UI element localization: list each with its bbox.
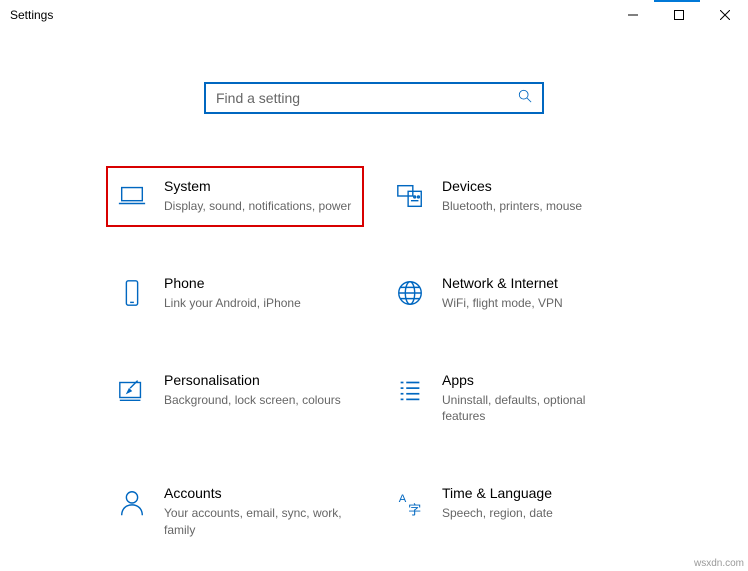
tile-network[interactable]: Network & Internet WiFi, flight mode, VP… — [384, 263, 642, 324]
window-title: Settings — [10, 8, 53, 22]
tile-desc: Bluetooth, printers, mouse — [442, 198, 632, 215]
tile-title: System — [164, 178, 354, 194]
tile-title: Apps — [442, 372, 632, 388]
svg-text:字: 字 — [408, 502, 421, 517]
minimize-button[interactable] — [610, 0, 656, 30]
phone-icon — [116, 277, 148, 309]
settings-grid: System Display, sound, notifications, po… — [0, 166, 748, 551]
tile-desc: Speech, region, date — [442, 505, 632, 522]
apps-icon — [394, 374, 426, 406]
globe-icon — [394, 277, 426, 309]
tile-phone[interactable]: Phone Link your Android, iPhone — [106, 263, 364, 324]
accent-bar — [654, 0, 700, 2]
tile-title: Accounts — [164, 485, 354, 501]
tile-title: Phone — [164, 275, 354, 291]
accounts-icon — [116, 487, 148, 519]
personalisation-icon — [116, 374, 148, 406]
tile-system[interactable]: System Display, sound, notifications, po… — [106, 166, 364, 227]
watermark: wsxdn.com — [694, 558, 744, 569]
tile-devices[interactable]: Devices Bluetooth, printers, mouse — [384, 166, 642, 227]
tile-desc: WiFi, flight mode, VPN — [442, 295, 632, 312]
laptop-icon — [116, 180, 148, 212]
tile-desc: Your accounts, email, sync, work, family — [164, 505, 354, 539]
search-icon — [518, 89, 532, 108]
time-language-icon: A字 — [394, 487, 426, 519]
tile-personalisation[interactable]: Personalisation Background, lock screen,… — [106, 360, 364, 438]
tile-title: Time & Language — [442, 485, 632, 501]
svg-text:A: A — [399, 493, 407, 505]
tile-title: Network & Internet — [442, 275, 632, 291]
tile-desc: Display, sound, notifications, power — [164, 198, 354, 215]
tile-title: Devices — [442, 178, 632, 194]
tile-time-language[interactable]: A字 Time & Language Speech, region, date — [384, 473, 642, 551]
tile-apps[interactable]: Apps Uninstall, defaults, optional featu… — [384, 360, 642, 438]
titlebar: Settings — [0, 0, 748, 30]
tile-desc: Background, lock screen, colours — [164, 392, 354, 409]
search-input[interactable] — [216, 90, 518, 106]
tile-title: Personalisation — [164, 372, 354, 388]
tile-accounts[interactable]: Accounts Your accounts, email, sync, wor… — [106, 473, 364, 551]
tile-desc: Link your Android, iPhone — [164, 295, 354, 312]
close-button[interactable] — [702, 0, 748, 30]
devices-icon — [394, 180, 426, 212]
tile-desc: Uninstall, defaults, optional features — [442, 392, 632, 426]
search-box[interactable] — [204, 82, 544, 114]
search-container — [0, 82, 748, 114]
maximize-button[interactable] — [656, 0, 702, 30]
